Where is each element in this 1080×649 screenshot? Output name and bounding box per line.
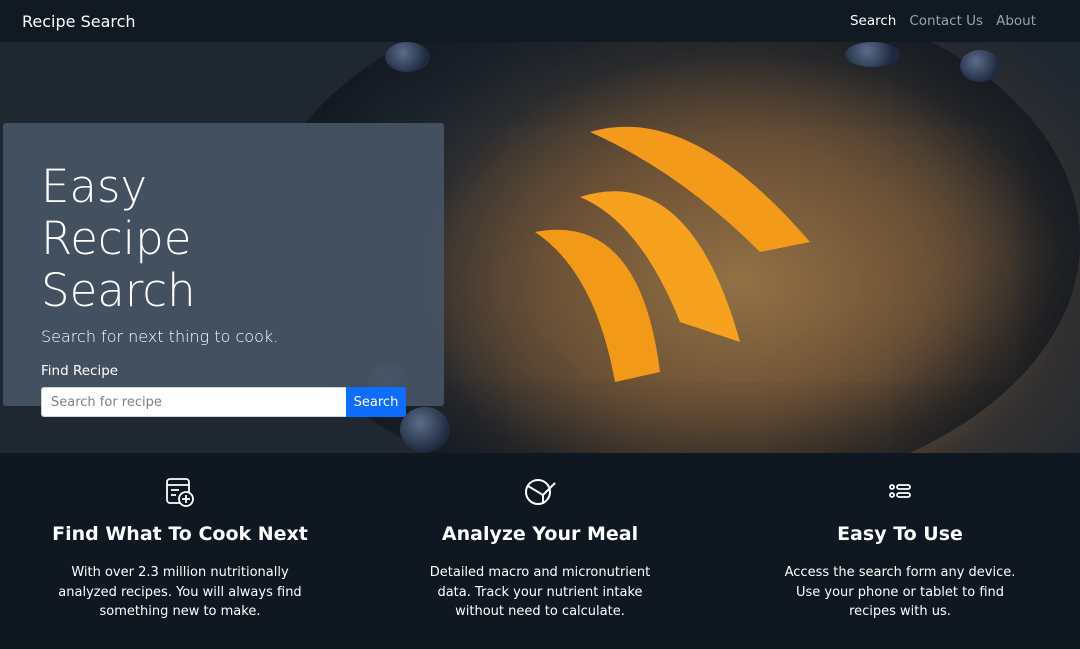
feature-title: Analyze Your Meal: [441, 523, 639, 545]
brand-link[interactable]: Recipe Search: [22, 12, 136, 31]
blueberry-image: [845, 42, 900, 67]
search-button[interactable]: Search: [346, 387, 406, 417]
search-input[interactable]: [41, 387, 346, 417]
feature-card: Easy To Use Access the search form any d…: [720, 453, 1080, 649]
blueberry-image: [960, 50, 1000, 82]
feature-text: With over 2.3 million nutritionally anal…: [58, 565, 302, 619]
feature-card: Find What To Cook Next With over 2.3 mil…: [0, 453, 360, 649]
blueberry-image: [385, 42, 430, 72]
blueberry-image: [400, 407, 450, 452]
hero-section: Easy Recipe Search Search for next thing…: [0, 42, 1080, 453]
page-title: Easy Recipe Search: [41, 160, 196, 317]
feature-text: Access the search form any device. Use y…: [784, 565, 1016, 619]
feature-card: Analyze Your Meal Detailed macro and mic…: [360, 453, 720, 649]
hero-lead: Search for next thing to cook.: [41, 327, 279, 346]
search-form: Search: [41, 387, 406, 417]
orange-slices-image: [535, 126, 810, 382]
nav-link-about[interactable]: About: [996, 13, 1036, 29]
feature-text: Detailed macro and micronutrient data. T…: [429, 565, 651, 619]
feature-title: Easy To Use: [837, 523, 963, 545]
find-recipe-label: Find Recipe: [41, 363, 119, 379]
list-icon: [883, 475, 917, 509]
search-card: Easy Recipe Search Search for next thing…: [3, 123, 444, 417]
recipe-book-icon: [163, 475, 197, 509]
feature-title: Find What To Cook Next: [52, 523, 308, 545]
features-section: Find What To Cook Next With over 2.3 mil…: [0, 453, 1080, 649]
pie-chart-icon: [523, 475, 557, 509]
nav-links: Search Contact Us About: [850, 13, 1036, 29]
nav-link-contact[interactable]: Contact Us: [909, 13, 983, 29]
top-navbar: Recipe Search Search Contact Us About: [0, 0, 1080, 42]
nav-link-search[interactable]: Search: [850, 13, 896, 29]
